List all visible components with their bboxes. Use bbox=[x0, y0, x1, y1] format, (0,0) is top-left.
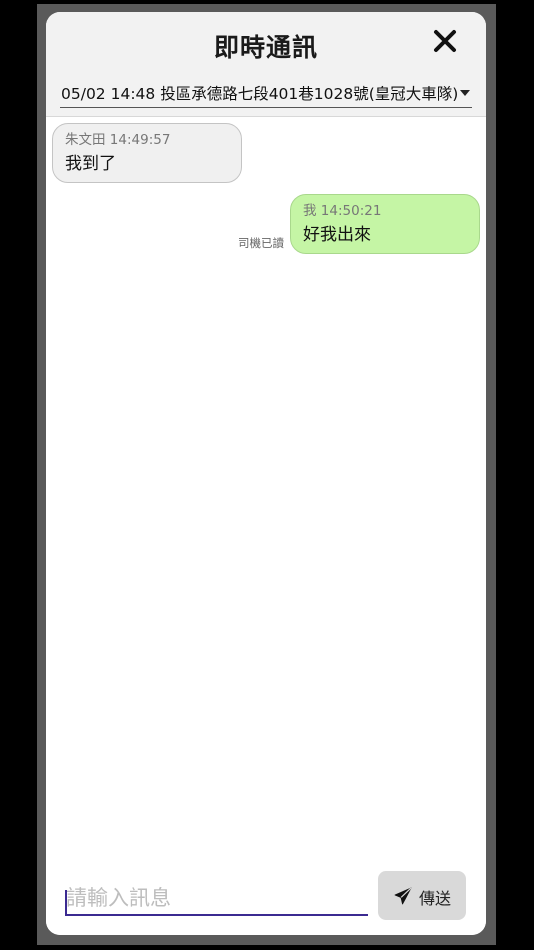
message-text: 好我出來 bbox=[303, 225, 371, 245]
chat-header: 即時通訊 05/02 14:48 投區承德路七段401巷1028號(皇冠大車隊) bbox=[46, 12, 486, 117]
order-select[interactable]: 05/02 14:48 投區承德路七段401巷1028號(皇冠大車隊) bbox=[60, 80, 472, 108]
message-meta: 我 14:50:21 bbox=[303, 203, 382, 219]
message-input[interactable] bbox=[65, 882, 368, 916]
dialog-title: 即時通訊 bbox=[213, 33, 318, 62]
message-bubble-incoming: 朱文田 14:49:57 我到了 bbox=[52, 123, 242, 183]
close-button[interactable] bbox=[430, 26, 460, 56]
read-status: 司機已讀 bbox=[238, 236, 284, 250]
close-icon bbox=[434, 30, 456, 52]
message-text: 我到了 bbox=[65, 154, 116, 174]
send-button[interactable]: 傳送 bbox=[378, 871, 466, 920]
send-button-label: 傳送 bbox=[419, 889, 452, 908]
chat-dialog: 即時通訊 05/02 14:48 投區承德路七段401巷1028號(皇冠大車隊)… bbox=[46, 12, 486, 935]
message-list[interactable]: 朱文田 14:49:57 我到了 司機已讀 我 14:50:21 好我出來 bbox=[46, 117, 486, 847]
text-cursor bbox=[65, 890, 67, 915]
message-composer: 傳送 bbox=[46, 848, 486, 935]
order-select-value: 05/02 14:48 投區承德路七段401巷1028號(皇冠大車隊) bbox=[61, 85, 459, 103]
paper-plane-icon bbox=[394, 887, 412, 905]
dropdown-caret-icon bbox=[460, 90, 470, 96]
message-meta: 朱文田 14:49:57 bbox=[65, 132, 171, 148]
message-bubble-outgoing: 我 14:50:21 好我出來 bbox=[290, 194, 480, 254]
